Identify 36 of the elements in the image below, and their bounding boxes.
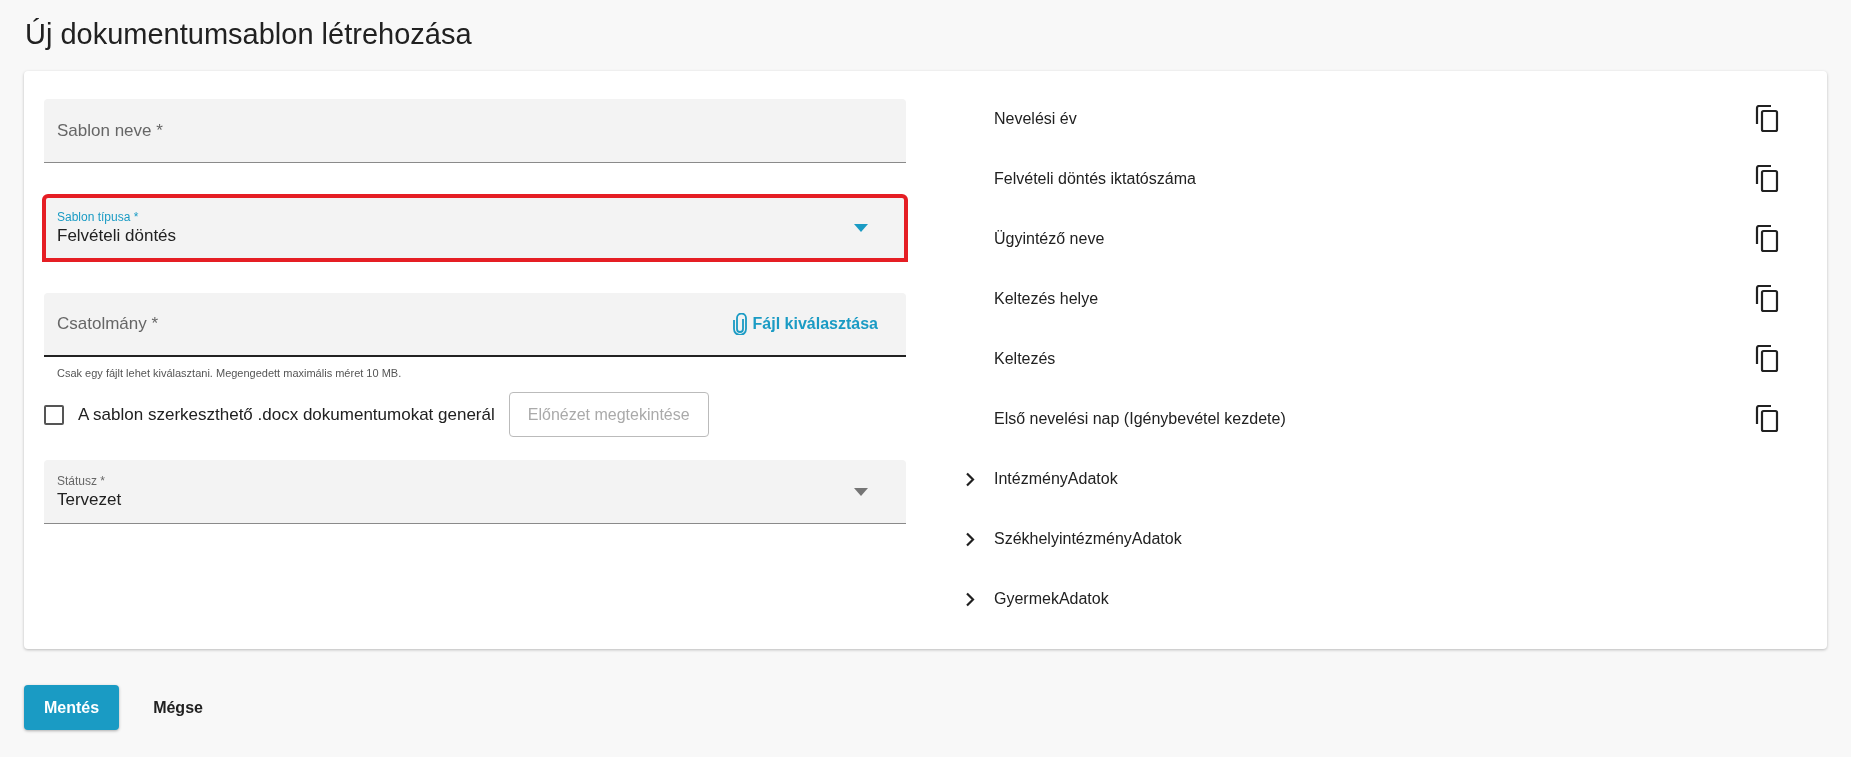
checkbox[interactable] [44, 404, 64, 425]
placeholder-label: Ügyintéző neve [994, 230, 1106, 248]
copy-icon [1755, 225, 1779, 253]
field-label: Csatolmány * [57, 314, 160, 334]
copy-button[interactable] [1755, 345, 1779, 373]
checkbox-label: A sablon szerkeszthető .docx dokumentumokat generál [78, 404, 495, 425]
tree-item[interactable]: IntézményAdatok [994, 470, 1779, 488]
copy-icon [1755, 405, 1779, 433]
dropdown-caret-icon [854, 223, 868, 232]
text-field[interactable]: Sablon neve * [44, 99, 906, 163]
placeholder-label: Első nevelési nap (Igénybevétel kezdete) [994, 410, 1287, 428]
select-field[interactable]: Státusz * Tervezet [44, 460, 906, 524]
copy-icon [1755, 105, 1779, 133]
chevron-icon[interactable] [965, 591, 975, 607]
chevron-icon[interactable] [965, 471, 975, 487]
tree-item[interactable]: SzékhelyintézményAdatok [994, 530, 1779, 548]
cancel-button[interactable]: Mégse [133, 685, 223, 730]
placeholder-label: Keltezés [994, 350, 1057, 368]
select-field[interactable]: Sablon típusa * Felvételi döntés [44, 196, 906, 260]
hint-text: Csak egy fájlt lehet kiválasztani. Megengedett maximális méret 10 MB. [56, 367, 403, 379]
copy-button[interactable] [1755, 225, 1779, 253]
copy-button[interactable] [1755, 165, 1779, 193]
copy-button[interactable] [1755, 405, 1779, 433]
copy-icon [1755, 345, 1779, 373]
placeholder-label: Felvételi döntés iktatószáma [994, 170, 1197, 188]
paperclip-icon [732, 313, 747, 335]
placeholder-label: Keltezés helye [994, 290, 1100, 308]
copy-button[interactable] [1755, 105, 1779, 133]
page-title: Új dokumentumsablon létrehozása [25, 18, 473, 51]
copy-button[interactable] [1755, 285, 1779, 313]
tree-item[interactable]: GyermekAdatok [994, 590, 1779, 608]
chevron-icon[interactable] [965, 531, 975, 547]
dropdown-caret-icon [854, 487, 868, 496]
copy-icon [1755, 165, 1779, 193]
placeholder-label: Nevelési év [994, 110, 1078, 128]
copy-icon [1755, 285, 1779, 313]
